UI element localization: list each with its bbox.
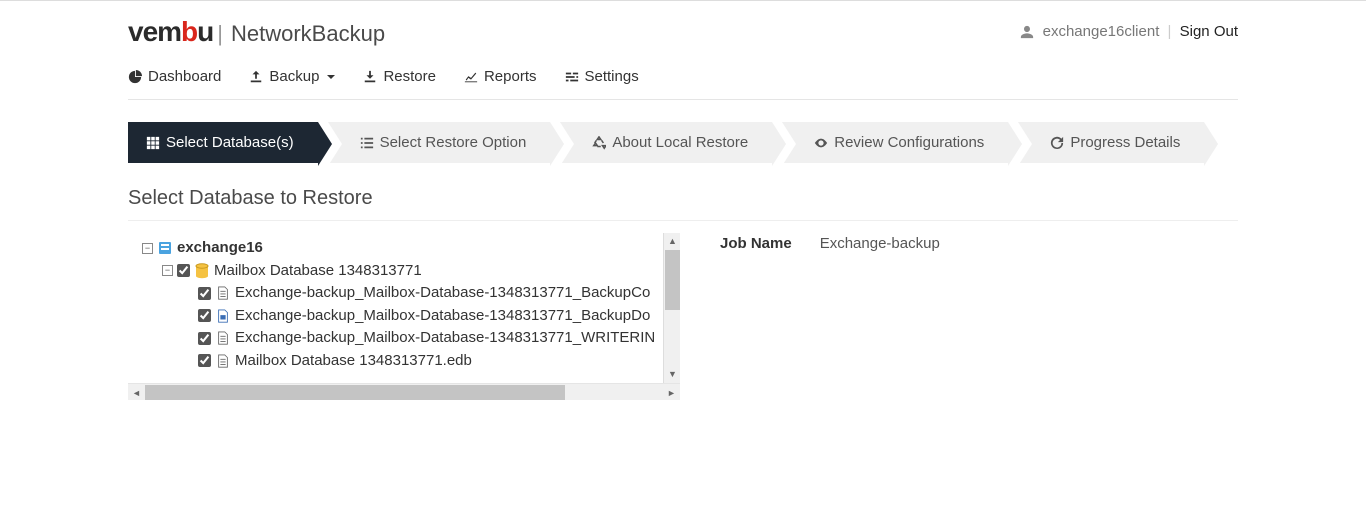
- tree-checkbox[interactable]: [198, 332, 211, 345]
- wizard-step-about-local[interactable]: About Local Restore: [560, 122, 772, 163]
- file-icon: [215, 353, 231, 369]
- signout-link[interactable]: Sign Out: [1180, 23, 1238, 40]
- server-icon: [157, 240, 173, 256]
- job-name-value: Exchange-backup: [820, 235, 940, 252]
- nav-restore[interactable]: Restore: [363, 68, 436, 85]
- horizontal-scrollbar[interactable]: ◄ ►: [128, 383, 680, 400]
- brand-logo: vembu | NetworkBackup: [128, 16, 385, 48]
- section-title: Select Database to Restore: [128, 187, 1238, 221]
- product-name: NetworkBackup: [231, 21, 385, 47]
- database-tree: − exchange16 − Mailbox Database 13483137…: [128, 233, 680, 383]
- nav-reports[interactable]: Reports: [464, 68, 537, 85]
- scroll-left-icon: ◄: [132, 388, 141, 398]
- wizard-step5-label: Progress Details: [1070, 134, 1180, 151]
- tree-collapse-icon[interactable]: −: [142, 243, 153, 254]
- scroll-up-icon: ▲: [668, 235, 677, 249]
- tree-checkbox[interactable]: [198, 354, 211, 367]
- wizard-step3-label: About Local Restore: [612, 134, 748, 151]
- chart-line-icon: [464, 70, 478, 84]
- vertical-scrollbar[interactable]: ▲ ▼: [663, 233, 680, 383]
- download-icon: [363, 70, 377, 84]
- nav-reports-label: Reports: [484, 68, 537, 85]
- tree-file-label[interactable]: Mailbox Database 1348313771.edb: [235, 350, 472, 373]
- list-icon: [360, 136, 374, 150]
- nav-restore-label: Restore: [383, 68, 436, 85]
- upload-icon: [249, 70, 263, 84]
- wizard-step-select-database[interactable]: Select Database(s): [128, 122, 318, 163]
- file-icon: [215, 330, 231, 346]
- scrollbar-thumb[interactable]: [145, 385, 565, 400]
- tree-file-label[interactable]: Exchange-backup_Mailbox-Database-1348313…: [235, 305, 650, 328]
- database-icon: [194, 263, 210, 279]
- tree-file-label[interactable]: Exchange-backup_Mailbox-Database-1348313…: [235, 327, 655, 350]
- nav-backup[interactable]: Backup: [249, 68, 335, 85]
- nav-dashboard-label: Dashboard: [148, 68, 221, 85]
- caret-down-icon: [327, 75, 335, 79]
- tree-collapse-icon[interactable]: −: [162, 265, 173, 276]
- wizard-steps: Select Database(s) Select Restore Option…: [128, 122, 1238, 163]
- username-label: exchange16client: [1043, 23, 1160, 40]
- recycle-icon: [592, 136, 606, 150]
- tree-checkbox[interactable]: [198, 287, 211, 300]
- wizard-step-review[interactable]: Review Configurations: [782, 122, 1008, 163]
- sliders-icon: [565, 70, 579, 84]
- eye-icon: [814, 136, 828, 150]
- scrollbar-thumb[interactable]: [665, 250, 680, 310]
- nav-dashboard[interactable]: Dashboard: [128, 68, 221, 85]
- wizard-step2-label: Select Restore Option: [380, 134, 527, 151]
- scroll-right-icon: ►: [667, 388, 676, 398]
- pie-chart-icon: [128, 70, 142, 84]
- file-doc-icon: [215, 308, 231, 324]
- grid-icon: [146, 136, 160, 150]
- nav-settings-label: Settings: [585, 68, 639, 85]
- tree-root-label[interactable]: exchange16: [177, 237, 263, 260]
- tree-checkbox[interactable]: [198, 309, 211, 322]
- nav-backup-label: Backup: [269, 68, 319, 85]
- wizard-step4-label: Review Configurations: [834, 134, 984, 151]
- tree-db-label[interactable]: Mailbox Database 1348313771: [214, 260, 422, 283]
- scroll-down-icon: ▼: [668, 368, 677, 382]
- nav-settings[interactable]: Settings: [565, 68, 639, 85]
- tree-file-label[interactable]: Exchange-backup_Mailbox-Database-1348313…: [235, 282, 650, 305]
- wizard-step-progress[interactable]: Progress Details: [1018, 122, 1204, 163]
- file-icon: [215, 285, 231, 301]
- user-icon: [1020, 24, 1034, 41]
- wizard-step1-label: Select Database(s): [166, 134, 294, 151]
- job-name-label: Job Name: [720, 235, 792, 252]
- refresh-icon: [1050, 136, 1064, 150]
- wizard-step-restore-option[interactable]: Select Restore Option: [328, 122, 551, 163]
- tree-checkbox[interactable]: [177, 264, 190, 277]
